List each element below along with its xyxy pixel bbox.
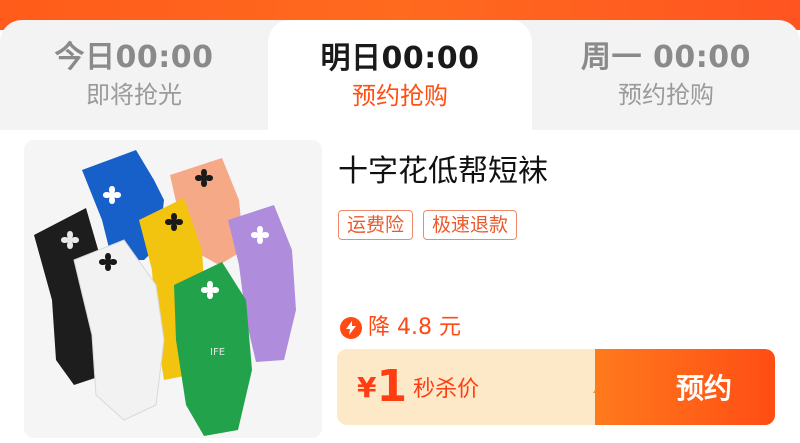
tab-status: 即将抢光 <box>86 81 182 109</box>
tab-tomorrow[interactable]: 明日00:00 预约抢购 <box>268 20 532 132</box>
socks-image: IFE <box>34 150 296 436</box>
service-tags: 运费险 极速退款 <box>338 210 518 240</box>
tab-status: 预约抢购 <box>352 82 448 110</box>
tab-monday[interactable]: 周一 00:00 预约抢购 <box>532 20 800 130</box>
product-image[interactable]: IFE <box>24 140 322 438</box>
price-value: 1 <box>376 361 408 412</box>
tab-today[interactable]: 今日00:00 即将抢光 <box>0 20 268 130</box>
tab-time: 明日00:00 <box>320 41 480 76</box>
reserve-button[interactable]: 预约 <box>595 349 775 425</box>
tag-fast-refund: 极速退款 <box>423 210 518 240</box>
tab-time: 今日00:00 <box>54 40 214 75</box>
price-label: 秒杀价 <box>413 377 480 402</box>
price-currency: ¥ <box>357 370 377 404</box>
sock-brand-text: IFE <box>210 347 225 358</box>
flash-sale-bar: ¥ 1 秒杀价 预约 <box>337 349 775 425</box>
tag-shipping-insurance: 运费险 <box>338 210 414 240</box>
price-area: ¥ 1 秒杀价 <box>357 349 479 425</box>
time-slot-tab-bar: 今日00:00 即将抢光 明日00:00 预约抢购 周一 00:00 预约抢购 <box>0 20 800 132</box>
discount-text: 降 4.8 元 <box>368 315 461 340</box>
tab-status: 预约抢购 <box>618 81 714 109</box>
lightning-icon <box>340 317 362 339</box>
discount-info: 降 4.8 元 <box>340 314 461 342</box>
tab-time: 周一 00:00 <box>581 40 751 75</box>
product-title[interactable]: 十字花低帮短袜 <box>338 152 548 192</box>
